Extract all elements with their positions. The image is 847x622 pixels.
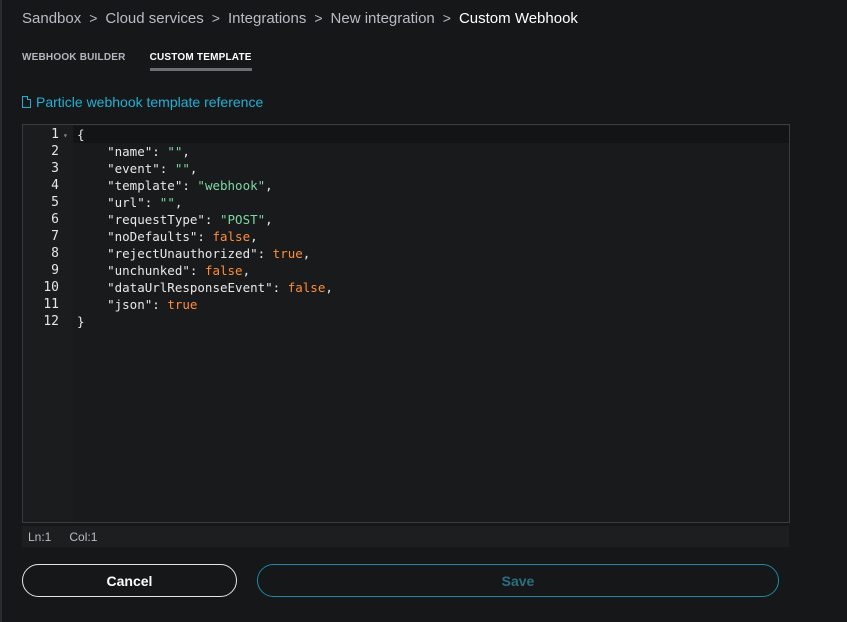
code-content: "template": "webhook", <box>77 177 273 194</box>
code-content: } <box>77 313 85 330</box>
line-number: 7 <box>51 229 59 244</box>
code-token: "noDefaults": <box>77 229 213 244</box>
cancel-button[interactable]: Cancel <box>22 564 237 597</box>
line-number: 1 <box>51 127 59 142</box>
code-token: , <box>174 195 183 210</box>
code-token: "rejectUnauthorized": <box>77 246 273 261</box>
code-content: "json": true <box>77 296 197 313</box>
code-token: false <box>287 280 326 295</box>
line-number: 10 <box>43 280 59 295</box>
code-line: 11 "json": true <box>23 296 789 313</box>
tab-webhook-builder[interactable]: WEBHOOK BUILDER <box>22 52 126 71</box>
code-token: "" <box>167 144 183 159</box>
breadcrumb-item-cloud-services[interactable]: Cloud services <box>105 10 203 27</box>
chevron-right-icon: > <box>442 10 451 26</box>
code-token: "name": <box>77 144 168 159</box>
document-icon <box>22 96 31 108</box>
code-token: "dataUrlResponseEvent": <box>77 280 288 295</box>
code-token: , <box>302 246 311 261</box>
code-token: , <box>189 161 198 176</box>
code-token: true <box>272 246 303 261</box>
save-button[interactable]: Save <box>257 564 779 597</box>
template-reference-link[interactable]: Particle webhook template reference <box>22 94 263 110</box>
breadcrumb-item-sandbox[interactable]: Sandbox <box>22 10 81 27</box>
code-token: "template": <box>77 178 198 193</box>
code-token: "webhook" <box>197 178 266 193</box>
code-line: 4 "template": "webhook", <box>23 177 789 194</box>
code-token: , <box>182 144 190 159</box>
code-line: 2 "name": "", <box>23 143 789 160</box>
code-token: "" <box>159 195 175 210</box>
code-token: { <box>77 127 85 142</box>
tab-custom-template[interactable]: CUSTOM TEMPLATE <box>149 52 252 71</box>
line-number: 9 <box>51 263 59 278</box>
code-token: "unchunked": <box>77 263 205 278</box>
line-number: 12 <box>43 314 59 329</box>
breadcrumb: Sandbox > Cloud services > Integrations … <box>22 8 578 28</box>
code-token: "event": <box>77 161 175 176</box>
line-number: 8 <box>51 246 59 261</box>
cursor-line: Ln:1 <box>28 529 52 544</box>
template-reference-label: Particle webhook template reference <box>36 94 264 110</box>
code-line: 6 "requestType": "POST", <box>23 211 789 228</box>
code-content: { <box>77 126 85 143</box>
line-number: 2 <box>51 144 59 159</box>
chevron-right-icon: > <box>211 10 220 26</box>
line-number: 5 <box>51 195 59 210</box>
editor-status-bar: Ln:1 Col:1 <box>22 526 789 547</box>
code-token: } <box>77 314 85 329</box>
code-content: "unchunked": false, <box>77 262 250 279</box>
fold-triangle-icon[interactable]: ▾ <box>63 127 68 144</box>
code-line: 10 "dataUrlResponseEvent": false, <box>23 279 789 296</box>
code-token: , <box>250 229 258 244</box>
line-number: 3 <box>51 161 59 176</box>
code-token: , <box>265 178 273 193</box>
code-content: "noDefaults": false, <box>77 228 258 245</box>
code-line: 3 "event": "", <box>23 160 789 177</box>
code-content: "requestType": "POST", <box>77 211 273 228</box>
code-token: "" <box>174 161 190 176</box>
code-content: "dataUrlResponseEvent": false, <box>77 279 333 296</box>
breadcrumb-current: Custom Webhook <box>458 9 578 27</box>
code-token: false <box>212 229 251 244</box>
code-token: "json": <box>77 297 168 312</box>
code-token: "POST" <box>220 212 266 227</box>
code-token: , <box>325 280 333 295</box>
breadcrumb-item-new-integration[interactable]: New integration <box>331 10 435 27</box>
line-number: 11 <box>43 297 59 312</box>
code-line: 7 "noDefaults": false, <box>23 228 789 245</box>
tab-bar: WEBHOOK BUILDER CUSTOM TEMPLATE <box>22 52 276 71</box>
code-content: "event": "", <box>77 160 197 177</box>
code-token: , <box>242 263 251 278</box>
line-number: 6 <box>51 212 59 227</box>
code-editor[interactable]: 1 ▾{2 "name": "", 3 "event": "", 4 "templat… <box>22 124 790 523</box>
line-number: 4 <box>51 178 59 193</box>
code-token: true <box>167 297 198 312</box>
code-line: 1 ▾ { <box>23 126 789 143</box>
code-token: "url": <box>77 195 160 210</box>
code-token: "requestType": <box>77 212 220 227</box>
window-edge <box>0 0 2 622</box>
code-line: 9 "unchunked": false, <box>23 262 789 279</box>
code-content: "url": "", <box>77 194 182 211</box>
code-line: 12} <box>23 313 789 330</box>
code-content: "rejectUnauthorized": true, <box>77 245 310 262</box>
cursor-column: Col:1 <box>69 529 98 544</box>
chevron-right-icon: > <box>314 10 323 26</box>
breadcrumb-item-integrations[interactable]: Integrations <box>228 10 306 27</box>
code-line: 8 "rejectUnauthorized": true, <box>23 245 789 262</box>
code-content: "name": "", <box>77 143 190 160</box>
code-token: , <box>265 212 273 227</box>
chevron-right-icon: > <box>89 10 98 26</box>
code-token: false <box>204 263 243 278</box>
code-line: 5 "url": "", <box>23 194 789 211</box>
active-line-highlight <box>73 126 789 143</box>
